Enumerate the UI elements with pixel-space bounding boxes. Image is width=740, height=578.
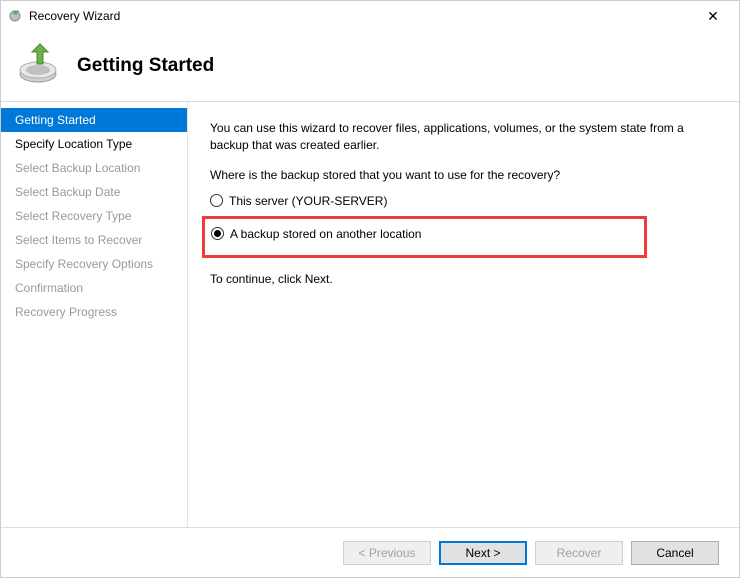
sidebar-item-label: Select Recovery Type <box>15 209 132 223</box>
next-button-label: Next > <box>465 546 500 560</box>
radio-label: A backup stored on another location <box>230 227 421 241</box>
sidebar-item-specify-recovery-options: Specify Recovery Options <box>1 252 187 276</box>
sidebar-item-confirmation: Confirmation <box>1 276 187 300</box>
radio-label: This server (YOUR-SERVER) <box>229 194 387 208</box>
radio-group: This server (YOUR-SERVER) A backup stored… <box>210 192 717 258</box>
cancel-button-label: Cancel <box>656 546 693 560</box>
close-icon: ✕ <box>707 8 719 25</box>
radio-button-icon <box>210 194 223 207</box>
previous-button-label: < Previous <box>358 546 415 560</box>
continue-note: To continue, click Next. <box>210 272 717 286</box>
sidebar-item-label: Getting Started <box>15 113 96 127</box>
next-button[interactable]: Next > <box>439 541 527 565</box>
close-button[interactable]: ✕ <box>693 2 733 30</box>
sidebar-item-select-recovery-type: Select Recovery Type <box>1 204 187 228</box>
radio-option[interactable]: A backup stored on another location <box>211 225 638 243</box>
sidebar-item-label: Specify Location Type <box>15 137 132 151</box>
radio-button-icon <box>211 227 224 240</box>
wizard-body: Getting Started Specify Location Type Sele… <box>1 101 739 527</box>
sidebar-item-getting-started[interactable]: Getting Started <box>1 108 187 132</box>
sidebar-item-label: Confirmation <box>15 281 83 295</box>
radio-dot-icon <box>214 230 221 237</box>
sidebar-item-label: Select Items to Recover <box>15 233 142 247</box>
sidebar: Getting Started Specify Location Type Sele… <box>1 102 187 527</box>
titlebar-left: Recovery Wizard <box>7 7 120 26</box>
previous-button: < Previous <box>343 541 431 565</box>
sidebar-item-select-items-to-recover: Select Items to Recover <box>1 228 187 252</box>
question-text: Where is the backup stored that you want… <box>210 168 717 182</box>
recover-button-label: Recover <box>557 546 602 560</box>
header-icon <box>15 42 61 91</box>
page-title: Getting Started <box>77 55 214 77</box>
titlebar: Recovery Wizard ✕ <box>1 1 739 31</box>
main-content: You can use this wizard to recover files… <box>187 102 739 527</box>
sidebar-item-select-backup-date: Select Backup Date <box>1 180 187 204</box>
cancel-button[interactable]: Cancel <box>631 541 719 565</box>
header: Getting Started <box>1 31 739 101</box>
sidebar-item-specify-location-type[interactable]: Specify Location Type <box>1 132 187 156</box>
sidebar-item-recovery-progress: Recovery Progress <box>1 300 187 324</box>
sidebar-item-label: Specify Recovery Options <box>15 257 153 271</box>
intro-text: You can use this wizard to recover files… <box>210 120 717 154</box>
wizard-icon <box>7 7 23 26</box>
window-title: Recovery Wizard <box>29 9 120 23</box>
sidebar-item-select-backup-location: Select Backup Location <box>1 156 187 180</box>
radio-option[interactable]: This server (YOUR-SERVER) <box>210 192 717 210</box>
footer: < Previous Next > Recover Cancel <box>1 527 739 577</box>
sidebar-item-label: Select Backup Date <box>15 185 120 199</box>
sidebar-item-label: Recovery Progress <box>15 305 117 319</box>
recover-button: Recover <box>535 541 623 565</box>
sidebar-item-label: Select Backup Location <box>15 161 140 175</box>
highlight-box: A backup stored on another location <box>202 216 647 258</box>
